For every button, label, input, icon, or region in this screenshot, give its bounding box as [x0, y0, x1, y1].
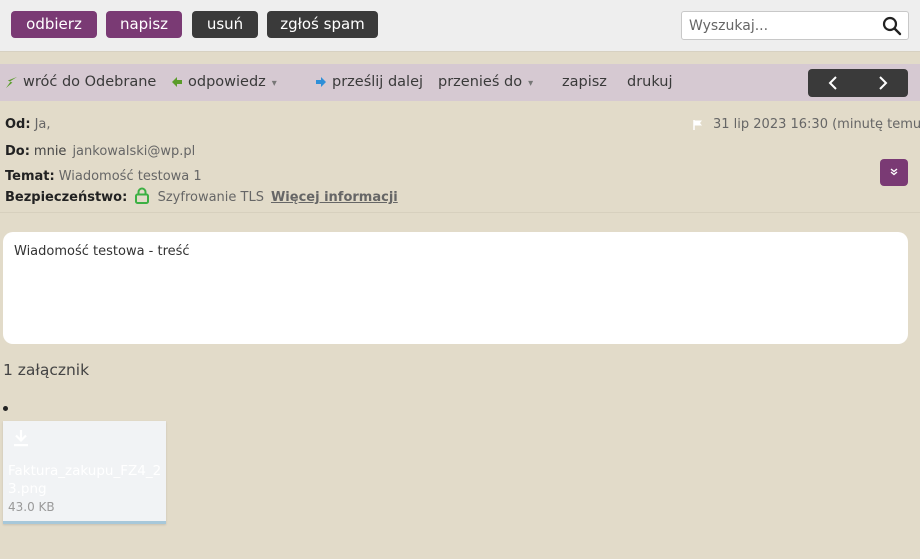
- back-arrow-icon: [5, 76, 18, 88]
- from-value: Ja,: [34, 117, 51, 132]
- attachment-count: 1 załącznik: [3, 361, 90, 379]
- message-body: Wiadomość testowa - treść: [3, 232, 908, 344]
- chevron-down-icon: [890, 168, 898, 176]
- security-row: Bezpieczeństwo: Szyfrowanie TLS Więcej in…: [5, 187, 398, 205]
- search-box: [681, 11, 909, 40]
- back-label: wróć do Odebrane: [23, 74, 157, 90]
- search-icon[interactable]: [882, 16, 902, 36]
- details-toggle-button[interactable]: [880, 159, 908, 186]
- forward-arrow-icon: [316, 77, 326, 87]
- search-input[interactable]: [682, 12, 872, 39]
- list-bullet: [3, 406, 8, 411]
- chevron-right-icon[interactable]: [858, 69, 908, 97]
- lock-icon: [135, 187, 150, 204]
- save-button[interactable]: zapisz: [562, 64, 607, 101]
- subject-label: Temat:: [5, 169, 55, 184]
- reply-button[interactable]: odpowiedz ▾: [171, 64, 277, 101]
- to-row: Do: mnie jankowalski@wp.pl: [5, 144, 195, 159]
- print-button[interactable]: drukuj: [627, 64, 673, 101]
- attachment-size: 43.0 KB: [8, 500, 55, 514]
- from-row: Od: Ja,: [5, 117, 51, 132]
- report-spam-button[interactable]: zgłoś spam: [267, 11, 378, 38]
- subject-row: Temat: Wiadomość testowa 1: [5, 169, 202, 184]
- top-bar: odbierz napisz usuń zgłoś spam: [0, 0, 920, 52]
- date-text: 31 lip 2023 16:30 (minutę temu): [713, 117, 920, 132]
- delete-button[interactable]: usuń: [192, 11, 258, 38]
- forward-label: prześlij dalej: [332, 74, 424, 90]
- message-toolbar: wróć do Odebrane odpowiedz ▾ prześlij dal…: [0, 64, 920, 101]
- chevron-left-icon[interactable]: [808, 69, 858, 97]
- to-name: mnie: [33, 144, 67, 159]
- subject-value: Wiadomość testowa 1: [58, 169, 202, 184]
- reply-dropdown-icon[interactable]: ▾: [272, 78, 277, 89]
- to-email[interactable]: jankowalski@wp.pl: [72, 144, 195, 159]
- receive-button[interactable]: odbierz: [11, 11, 97, 38]
- message-navigation: [808, 69, 908, 97]
- back-to-inbox-button[interactable]: wróć do Odebrane: [5, 64, 156, 101]
- forward-button[interactable]: prześlij dalej: [315, 64, 423, 101]
- move-dropdown-icon[interactable]: ▾: [528, 78, 533, 89]
- header-divider: [0, 212, 920, 213]
- reply-arrow-icon: [172, 77, 182, 87]
- security-label: Bezpieczeństwo:: [5, 190, 128, 205]
- security-value: Szyfrowanie TLS: [157, 190, 264, 205]
- message-date: 31 lip 2023 16:30 (minutę temu): [692, 117, 920, 132]
- from-label: Od:: [5, 117, 31, 132]
- attachment-card[interactable]: Faktura_zakupu_FZ4_23.png 43.0 KB: [3, 421, 166, 524]
- download-icon[interactable]: [12, 429, 30, 447]
- move-label: przenieś do: [438, 74, 523, 90]
- to-label: Do:: [5, 144, 30, 159]
- more-info-link[interactable]: Więcej informacji: [271, 190, 398, 205]
- flag-icon[interactable]: [692, 119, 704, 131]
- compose-button[interactable]: napisz: [106, 11, 182, 38]
- move-to-button[interactable]: przenieś do ▾: [438, 64, 533, 101]
- reply-label: odpowiedz: [188, 74, 266, 90]
- attachment-name[interactable]: Faktura_zakupu_FZ4_23.png: [8, 462, 164, 498]
